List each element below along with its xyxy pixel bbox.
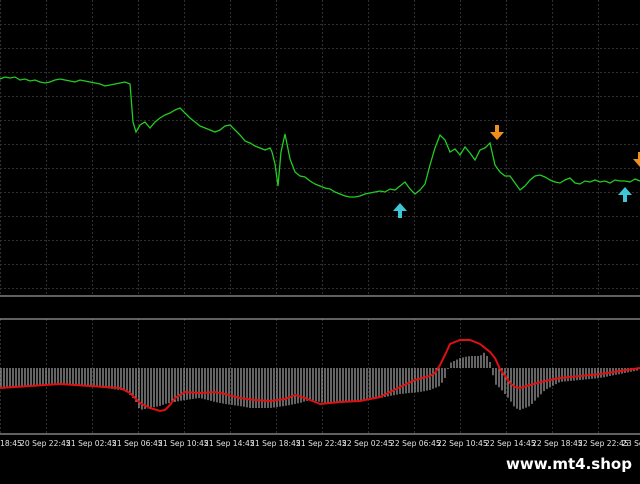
time-axis-label: 21 Sep 14:45 (204, 439, 255, 448)
time-axis-label: 21 Sep 22:45 (296, 439, 347, 448)
time-axis-label: 22 Sep 18:45 (532, 439, 583, 448)
time-axis-label: 22 Sep 02:45 (342, 439, 393, 448)
time-axis-label: 21 Sep 02:45 (66, 439, 117, 448)
time-axis-label: 21 Sep 18:45 (250, 439, 301, 448)
time-axis-label: 22 Sep 10:45 (437, 439, 488, 448)
time-axis-label: 22 Sep 06:45 (390, 439, 441, 448)
time-axis-label: 23 Se (622, 439, 640, 448)
chart-window[interactable]: 18:45 20 Sep 22:45 21 Sep 02:45 21 Sep 06:4… (0, 0, 640, 480)
time-axis-label: 21 Sep 10:45 (158, 439, 209, 448)
time-axis-label: 22 Sep 14:45 (485, 439, 536, 448)
watermark-text: www.mt4.shop (498, 448, 640, 480)
time-axis-label: 20 Sep 22:45 (20, 439, 71, 448)
time-axis-label: 18:45 (0, 439, 22, 448)
chart-canvas[interactable]: 18:4520 Sep 22:4521 Sep 02:4521 Sep 06:4… (0, 0, 640, 480)
time-axis-labels: 18:4520 Sep 22:4521 Sep 02:4521 Sep 06:4… (0, 439, 640, 448)
time-axis-label: 21 Sep 06:45 (112, 439, 163, 448)
